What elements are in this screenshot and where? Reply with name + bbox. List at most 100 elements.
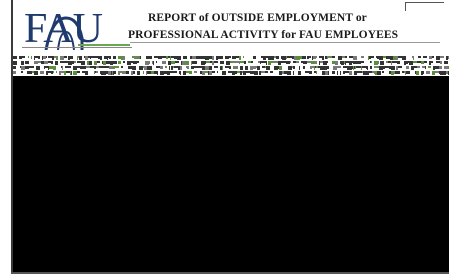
noise-mark xyxy=(42,56,43,60)
noise-mark xyxy=(233,61,236,63)
noise-mark xyxy=(40,71,44,74)
green-accent-rule xyxy=(78,44,130,46)
noise-mark xyxy=(13,56,15,59)
noise-mark xyxy=(185,61,189,65)
noise-mark xyxy=(53,71,54,73)
noise-mark xyxy=(378,61,379,64)
noise-mark xyxy=(278,66,279,69)
noise-mark xyxy=(56,56,58,60)
noise-mark xyxy=(108,56,109,58)
noise-mark xyxy=(189,71,192,74)
noise-mark xyxy=(34,61,38,64)
noise-mark xyxy=(197,71,200,74)
noise-mark xyxy=(74,61,76,63)
noise-mark xyxy=(406,71,410,74)
noise-mark xyxy=(121,66,123,68)
noise-mark xyxy=(147,66,148,70)
noise-mark xyxy=(305,66,308,68)
noise-mark xyxy=(270,71,273,73)
noise-mark xyxy=(109,56,111,59)
noise-mark xyxy=(421,61,424,64)
noise-mark xyxy=(337,66,341,68)
noise-mark xyxy=(379,66,383,70)
noise-mark xyxy=(373,56,374,58)
noise-mark xyxy=(400,71,402,73)
noise-mark xyxy=(255,61,258,65)
noise-mark xyxy=(365,71,369,75)
noise-mark xyxy=(374,71,375,74)
noise-mark xyxy=(95,71,96,73)
noise-mark xyxy=(436,61,440,63)
noise-mark xyxy=(170,56,171,60)
noise-mark xyxy=(48,56,52,58)
noise-mark xyxy=(294,56,296,60)
noise-mark xyxy=(214,61,218,63)
noise-mark xyxy=(377,71,381,75)
noise-mark xyxy=(263,56,266,60)
noise-mark xyxy=(299,66,300,70)
noise-mark xyxy=(205,71,208,73)
noise-mark xyxy=(352,66,353,69)
noise-mark xyxy=(231,56,232,59)
noise-mark xyxy=(386,61,387,63)
noise-mark xyxy=(322,71,325,75)
noise-mark xyxy=(156,61,157,63)
noise-mark xyxy=(331,71,332,75)
noise-mark xyxy=(191,61,192,65)
noise-mark xyxy=(389,66,391,69)
noise-mark xyxy=(439,71,440,74)
noise-mark xyxy=(436,56,437,60)
noise-mark xyxy=(168,56,170,58)
noise-mark xyxy=(118,71,120,75)
noise-mark xyxy=(101,71,104,75)
noise-mark xyxy=(68,56,70,60)
noise-mark xyxy=(55,61,58,65)
noise-mark xyxy=(258,61,260,63)
noise-mark xyxy=(139,66,143,70)
noise-mark xyxy=(99,66,103,68)
noise-mark xyxy=(205,66,209,70)
noise-mark xyxy=(146,56,147,59)
noise-mark xyxy=(433,61,436,64)
noise-mark xyxy=(183,56,187,59)
noise-mark xyxy=(164,71,167,74)
noise-mark xyxy=(22,56,25,58)
noise-mark xyxy=(44,61,48,64)
noise-mark xyxy=(107,56,108,60)
noise-mark xyxy=(187,56,188,60)
noise-mark xyxy=(72,71,73,74)
noise-mark xyxy=(64,56,67,58)
noise-mark xyxy=(357,71,358,73)
noise-mark xyxy=(147,71,150,74)
noise-mark xyxy=(376,56,377,58)
noise-mark xyxy=(171,61,175,64)
noise-mark xyxy=(444,66,448,69)
noise-mark xyxy=(202,71,205,75)
noise-mark xyxy=(259,71,261,75)
noise-mark xyxy=(115,66,119,68)
noise-mark xyxy=(214,66,218,68)
noise-mark xyxy=(21,66,25,70)
noise-mark xyxy=(282,61,286,63)
noise-mark xyxy=(60,56,64,60)
noise-mark xyxy=(250,66,253,70)
noise-mark xyxy=(315,61,317,64)
noise-mark xyxy=(311,56,312,60)
noise-mark xyxy=(192,56,196,59)
noise-mark xyxy=(169,66,170,70)
noise-mark xyxy=(233,66,234,69)
noise-mark xyxy=(210,61,212,63)
noise-mark xyxy=(358,61,361,64)
noise-mark xyxy=(340,61,341,64)
noise-mark xyxy=(278,61,281,65)
noise-mark xyxy=(48,66,49,70)
noise-mark xyxy=(168,61,171,65)
noise-mark xyxy=(24,61,25,64)
noise-mark xyxy=(314,71,316,73)
noise-mark xyxy=(395,61,397,63)
noise-mark xyxy=(48,71,51,73)
noise-mark xyxy=(143,66,144,68)
noise-mark xyxy=(196,56,198,59)
noise-mark xyxy=(432,56,434,58)
noise-mark xyxy=(437,56,440,60)
